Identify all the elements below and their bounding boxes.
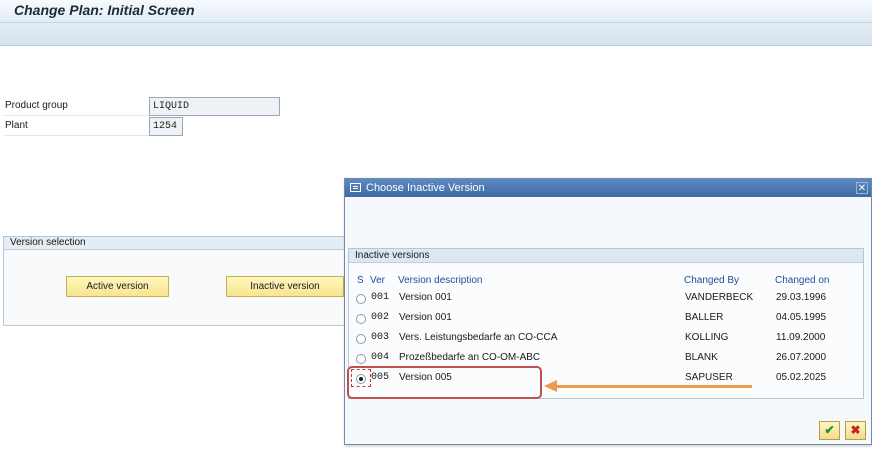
row-changed-on: 04.05.1995	[776, 312, 827, 323]
dialog-titlebar: Choose Inactive Version ✕	[345, 179, 871, 197]
column-header-changed-by[interactable]: Changed By	[684, 275, 739, 286]
annotation-arrow-head-icon	[544, 380, 557, 392]
active-version-button[interactable]: Active version	[66, 276, 169, 297]
column-header-changed-on[interactable]: Changed on	[775, 275, 830, 286]
row-radio-button[interactable]	[356, 294, 366, 304]
row-version-number: 002	[371, 312, 390, 323]
inactive-version-button[interactable]: Inactive version	[226, 276, 344, 297]
row-version-description: Version 001	[399, 312, 452, 323]
row-changed-by: SAPUSER	[685, 372, 733, 383]
annotation-arrow-shaft	[556, 385, 752, 388]
dialog-title: Choose Inactive Version	[366, 182, 485, 194]
product-group-label: Product group	[4, 97, 150, 116]
column-header-description[interactable]: Version description	[398, 275, 483, 286]
plant-input[interactable]: 1254	[149, 117, 183, 136]
page-title: Change Plan: Initial Screen	[14, 2, 195, 18]
row-version-description: Vers. Leistungsbedarfe an CO-CCA	[399, 332, 558, 343]
table-row[interactable]: 002 Version 001 BALLER 04.05.1995	[345, 309, 871, 329]
table-row[interactable]: 001 Version 001 VANDERBECK 29.03.1996	[345, 289, 871, 309]
row-changed-by: BLANK	[685, 352, 718, 363]
row-version-description: Version 001	[399, 292, 452, 303]
row-changed-by: VANDERBECK	[685, 292, 754, 303]
window-titlebar: Change Plan: Initial Screen	[0, 0, 872, 22]
version-selection-title: Version selection	[4, 237, 352, 250]
row-radio-button[interactable]	[356, 314, 366, 324]
row-radio-button[interactable]	[356, 334, 366, 344]
row-version-number: 004	[371, 352, 390, 363]
choose-inactive-version-dialog: Choose Inactive Version ✕ Inactive versi…	[344, 178, 872, 445]
row-changed-on: 29.03.1996	[776, 292, 827, 303]
row-changed-on: 11.09.2000	[776, 332, 826, 343]
dialog-window-icon	[350, 183, 361, 192]
confirm-checkmark-button[interactable]: ✔	[819, 421, 840, 440]
row-changed-by: KOLLING	[685, 332, 729, 343]
column-header-ver[interactable]: Ver	[370, 275, 385, 286]
inactive-versions-title: Inactive versions	[349, 249, 863, 263]
row-version-description: Prozeßbedarfe an CO-OM-ABC	[399, 352, 541, 363]
row-changed-on: 26.07.2000	[776, 352, 827, 363]
cancel-x-button[interactable]: ✖	[845, 421, 866, 440]
row-version-number: 003	[371, 332, 390, 343]
row-radio-button[interactable]	[356, 354, 366, 364]
plant-label: Plant	[4, 117, 150, 136]
table-row[interactable]: 003 Vers. Leistungsbedarfe an CO-CCA KOL…	[345, 329, 871, 349]
close-icon[interactable]: ✕	[856, 182, 868, 194]
row-changed-by: BALLER	[685, 312, 724, 323]
application-toolbar	[0, 22, 872, 46]
product-group-input[interactable]: LIQUID	[149, 97, 280, 116]
column-header-s[interactable]: S	[357, 275, 364, 286]
row-changed-on: 05.02.2025	[776, 372, 827, 383]
annotation-highlight-box	[347, 366, 542, 399]
row-version-number: 001	[371, 292, 390, 303]
